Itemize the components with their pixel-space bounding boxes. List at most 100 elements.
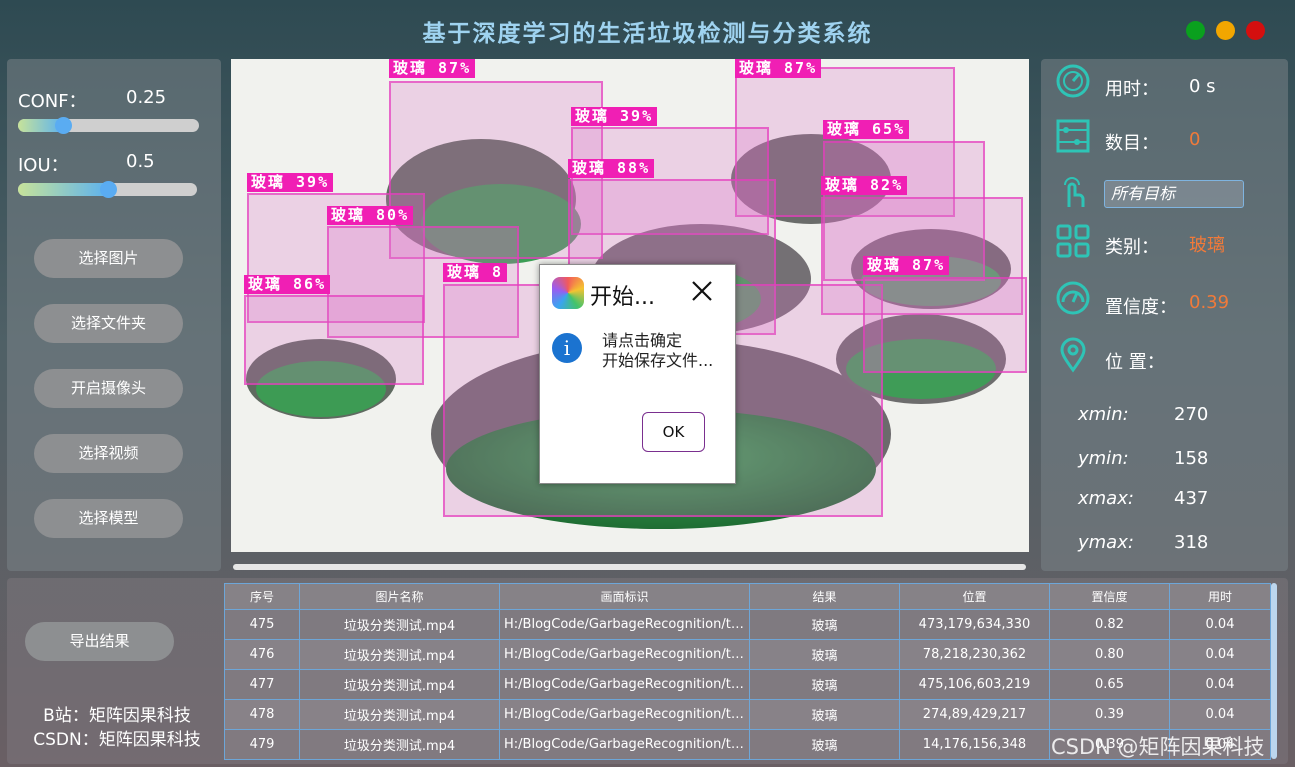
table-cell: 玻璃 — [749, 699, 900, 730]
table-cell: 476 — [224, 639, 300, 670]
conf-slider-handle[interactable] — [55, 117, 72, 134]
table-cell: H:/BlogCode/GarbageRecognition/te... — [499, 639, 750, 670]
detection-label: 玻璃 86% — [244, 275, 331, 294]
confidence-value: 0.39 — [1189, 292, 1230, 313]
app-title: 基于深度学习的生活垃圾检测与分类系统 — [422, 20, 873, 47]
detection-label: 玻璃 82% — [821, 176, 908, 195]
table-cell: 0.04 — [1169, 669, 1271, 700]
table-cell: 14,176,156,348 — [899, 729, 1050, 760]
table-header-row: 序号 图片名称 画面标识 结果 位置 置信度 用时 — [224, 583, 1271, 610]
maximize-button[interactable] — [1186, 21, 1205, 40]
iou-value: 0.5 — [126, 151, 155, 172]
close-button[interactable] — [1246, 21, 1265, 40]
table-cell: 478 — [224, 699, 300, 730]
close-icon[interactable] — [690, 279, 714, 303]
tap-hand-icon — [1064, 177, 1085, 207]
table-cell: 垃圾分类测试.mp4 — [299, 699, 500, 730]
export-results-button[interactable]: 导出结果 — [25, 622, 174, 661]
table-cell: 475 — [224, 609, 300, 640]
iou-slider[interactable] — [18, 181, 197, 198]
xmin-label: xmin: — [1078, 404, 1129, 425]
table-row[interactable]: 476 垃圾分类测试.mp4 H:/BlogCode/GarbageRecogn… — [224, 639, 1271, 670]
ymax-label: ymax: — [1078, 532, 1134, 553]
table-cell: 垃圾分类测试.mp4 — [299, 729, 500, 760]
time-label: 用时： — [1105, 79, 1159, 100]
minimize-button[interactable] — [1216, 21, 1235, 40]
table-cell: 274,89,429,217 — [899, 699, 1050, 730]
table-cell: H:/BlogCode/GarbageRecognition/te... — [499, 699, 750, 730]
category-grid-icon — [1056, 224, 1090, 258]
confidence-label: 置信度： — [1105, 297, 1177, 318]
count-label: 数目： — [1105, 133, 1159, 154]
save-dialog: 开始... i 请点击确定 开始保存文件... OK — [539, 264, 736, 484]
open-camera-button[interactable]: 开启摄像头 — [34, 369, 183, 408]
dialog-message-line: 请点击确定 — [602, 331, 683, 350]
watermark: CSDN @矩阵因果科技 — [1051, 735, 1265, 759]
conf-label: CONF： — [18, 91, 87, 112]
table-cell: H:/BlogCode/GarbageRecognition/te... — [499, 609, 750, 640]
detection-label: 玻璃 87% — [735, 59, 822, 78]
location-pin-icon — [1060, 337, 1086, 373]
iou-slider-handle[interactable] — [100, 181, 117, 198]
ymin-label: ymin: — [1078, 448, 1129, 469]
iou-label: IOU： — [18, 155, 69, 176]
table-cell: 0.82 — [1049, 609, 1170, 640]
column-header[interactable]: 结果 — [749, 583, 900, 610]
column-header[interactable]: 图片名称 — [299, 583, 500, 610]
credit-bilibili: B站：矩阵因果科技 — [43, 706, 191, 726]
table-cell: 玻璃 — [749, 639, 900, 670]
video-progress-bar[interactable] — [233, 564, 1026, 570]
table-cell: 玻璃 — [749, 729, 900, 760]
table-cell: 垃圾分类测试.mp4 — [299, 639, 500, 670]
detection-label: 玻璃 65% — [823, 120, 910, 139]
credit-csdn: CSDN：矩阵因果科技 — [33, 730, 201, 750]
table-cell: 0.04 — [1169, 699, 1271, 730]
ok-button[interactable]: OK — [642, 412, 705, 452]
class-value: 玻璃 — [1189, 235, 1225, 256]
table-row[interactable]: 477 垃圾分类测试.mp4 H:/BlogCode/GarbageRecogn… — [224, 669, 1271, 700]
table-cell: 0.04 — [1169, 609, 1271, 640]
table-cell: 玻璃 — [749, 669, 900, 700]
target-filter-select[interactable]: 所有目标 — [1104, 180, 1244, 208]
xmax-label: xmax: — [1078, 488, 1134, 509]
count-value: 0 — [1189, 129, 1201, 150]
detection-label: 玻璃 8 — [443, 263, 508, 282]
table-cell: 垃圾分类测试.mp4 — [299, 609, 500, 640]
dialog-message: 请点击确定 开始保存文件... — [602, 331, 713, 371]
table-cell: H:/BlogCode/GarbageRecognition/te... — [499, 669, 750, 700]
table-cell: 0.65 — [1049, 669, 1170, 700]
time-value: 0 s — [1189, 76, 1216, 97]
table-cell: 玻璃 — [749, 609, 900, 640]
table-cell: 垃圾分类测试.mp4 — [299, 669, 500, 700]
select-video-button[interactable]: 选择视频 — [34, 434, 183, 473]
table-cell: 477 — [224, 669, 300, 700]
gauge-icon — [1056, 281, 1090, 315]
select-image-button[interactable]: 选择图片 — [34, 239, 183, 278]
dialog-title: 开始... — [590, 285, 655, 310]
column-header[interactable]: 序号 — [224, 583, 300, 610]
detection-label: 玻璃 87% — [389, 59, 476, 78]
speedometer-icon — [1056, 64, 1090, 98]
table-row[interactable]: 475 垃圾分类测试.mp4 H:/BlogCode/GarbageRecogn… — [224, 609, 1271, 640]
table-cell: 0.39 — [1049, 699, 1170, 730]
detection-label: 玻璃 88% — [568, 159, 655, 178]
column-header[interactable]: 位置 — [899, 583, 1050, 610]
position-label: 位 置： — [1105, 352, 1165, 373]
table-cell: 78,218,230,362 — [899, 639, 1050, 670]
table-cell: 475,106,603,219 — [899, 669, 1050, 700]
select-folder-button[interactable]: 选择文件夹 — [34, 304, 183, 343]
column-header[interactable]: 画面标识 — [499, 583, 750, 610]
app-logo-icon — [552, 277, 584, 309]
detection-label: 玻璃 39% — [571, 107, 658, 126]
table-cell: H:/BlogCode/GarbageRecognition/te... — [499, 729, 750, 760]
table-scrollbar[interactable] — [1271, 583, 1277, 759]
column-header[interactable]: 置信度 — [1049, 583, 1170, 610]
table-row[interactable]: 478 垃圾分类测试.mp4 H:/BlogCode/GarbageRecogn… — [224, 699, 1271, 730]
conf-slider[interactable] — [18, 117, 199, 134]
result-info-panel: 用时： 0 s 数目： 0 所有目标 类别： 玻璃 置信度： 0.39 位 置：… — [1041, 59, 1288, 571]
conf-value: 0.25 — [126, 87, 167, 108]
select-model-button[interactable]: 选择模型 — [34, 499, 183, 538]
iou-slider-fill — [18, 183, 108, 196]
ymax-value: 318 — [1174, 532, 1209, 553]
column-header[interactable]: 用时 — [1169, 583, 1271, 610]
